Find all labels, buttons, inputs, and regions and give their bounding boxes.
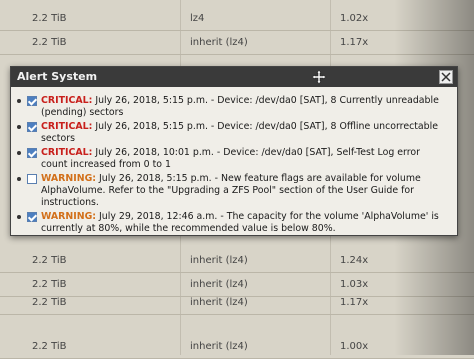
move-icon[interactable] — [311, 69, 327, 85]
bullet-icon — [17, 215, 21, 219]
bullet-icon — [17, 177, 21, 181]
alert-level: WARNING: — [41, 211, 97, 222]
table-cell: inherit (lz4) — [190, 297, 248, 308]
alert-checkbox[interactable] — [27, 96, 37, 106]
table-cell: inherit (lz4) — [190, 37, 248, 48]
alert-level: CRITICAL: — [41, 121, 93, 132]
alert-item: CRITICAL: July 26, 2018, 10:01 p.m. - De… — [17, 147, 449, 171]
alert-item: CRITICAL: July 26, 2018, 5:15 p.m. - Dev… — [17, 95, 449, 119]
table-cell: 2.2 TiB — [32, 341, 67, 352]
alert-checkbox[interactable] — [27, 212, 37, 222]
bullet-icon — [17, 151, 21, 155]
alert-item: WARNING: July 29, 2018, 12:46 a.m. - The… — [17, 211, 449, 235]
dialog-title: Alert System — [17, 70, 98, 83]
bullet-icon — [17, 125, 21, 129]
dialog-title-bar[interactable]: Alert System — [11, 67, 457, 87]
alert-message: July 26, 2018, 5:15 p.m. - New feature f… — [41, 173, 421, 208]
table-cell: inherit (lz4) — [190, 279, 248, 290]
alert-item: CRITICAL: July 26, 2018, 5:15 p.m. - Dev… — [17, 121, 449, 145]
table-cell: 2.2 TiB — [32, 13, 67, 24]
alert-checkbox[interactable] — [27, 148, 37, 158]
table-cell: 2.2 TiB — [32, 297, 67, 308]
alert-level: CRITICAL: — [41, 95, 93, 106]
close-icon[interactable] — [439, 70, 453, 84]
alert-message: July 26, 2018, 5:15 p.m. - Device: /dev/… — [41, 121, 438, 144]
table-cell: 1.00x — [340, 341, 369, 352]
alert-level: CRITICAL: — [41, 147, 93, 158]
table-cell: 1.03x — [340, 279, 369, 290]
table-cell: 1.17x — [340, 37, 369, 48]
alert-system-dialog[interactable]: Alert System CRITICAL: July 26, 2018, 5:… — [10, 66, 458, 236]
table-cell: 2.2 TiB — [32, 37, 67, 48]
alert-list: CRITICAL: July 26, 2018, 5:15 p.m. - Dev… — [11, 87, 457, 235]
bullet-icon — [17, 99, 21, 103]
alert-checkbox[interactable] — [27, 122, 37, 132]
alert-level: WARNING: — [41, 173, 97, 184]
table-cell: inherit (lz4) — [190, 255, 248, 266]
table-cell: 2.2 TiB — [32, 255, 67, 266]
alert-checkbox[interactable] — [27, 174, 37, 184]
alert-message: July 26, 2018, 10:01 p.m. - Device: /dev… — [41, 147, 420, 170]
table-cell: lz4 — [190, 13, 205, 24]
alert-message: July 29, 2018, 12:46 a.m. - The capacity… — [41, 211, 439, 234]
alert-item: WARNING: July 26, 2018, 5:15 p.m. - New … — [17, 173, 449, 209]
alert-message: July 26, 2018, 5:15 p.m. - Device: /dev/… — [41, 95, 439, 118]
table-cell: 1.17x — [340, 297, 369, 308]
table-cell: 1.02x — [340, 13, 369, 24]
table-cell: inherit (lz4) — [190, 341, 248, 352]
table-cell: 1.24x — [340, 255, 369, 266]
table-cell: 2.2 TiB — [32, 279, 67, 290]
